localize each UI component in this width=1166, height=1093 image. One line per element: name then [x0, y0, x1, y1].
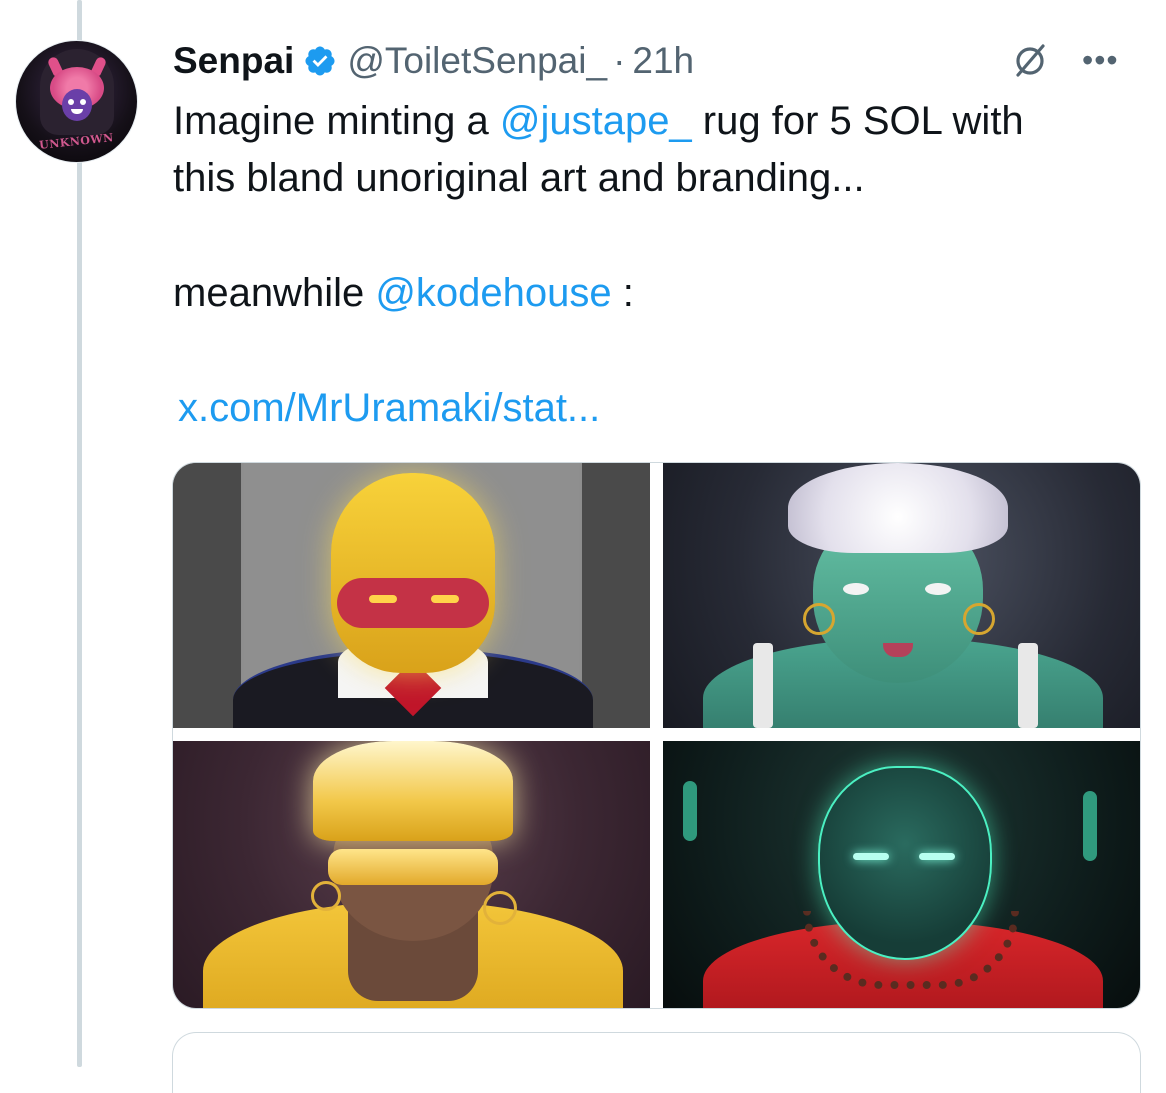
- image-shape: [683, 781, 697, 841]
- image-shape: [431, 595, 459, 603]
- author-name[interactable]: Senpai: [173, 40, 294, 82]
- verified-badge-icon[interactable]: [303, 44, 337, 78]
- tweet-text-line-2: this bland unoriginal art and branding..…: [173, 156, 865, 200]
- image-shape: [853, 853, 889, 860]
- image-shape: [313, 741, 513, 841]
- avatar-face: [62, 89, 92, 121]
- image-shape: [369, 595, 397, 603]
- media-image-gold-visor-character[interactable]: [173, 741, 650, 1008]
- avatar[interactable]: UNKNOWN: [15, 40, 138, 163]
- header-separator: ·: [613, 40, 626, 81]
- image-shape: [963, 603, 995, 635]
- header-actions: •••: [1010, 40, 1119, 80]
- image-shape: [843, 583, 869, 595]
- image-shape: [803, 603, 835, 635]
- image-shape: [311, 881, 341, 911]
- image-shape: [582, 463, 650, 728]
- tweet-header: Senpai @ToiletSenpai_ · 21h: [173, 38, 694, 84]
- tweet-text-line-3: meanwhile @kodehouse :: [173, 265, 1143, 321]
- image-shape: [1083, 791, 1097, 861]
- quote-card-top[interactable]: [172, 1032, 1141, 1093]
- image-shape: [753, 643, 773, 728]
- text-segment: meanwhile: [173, 271, 376, 315]
- image-shape: [483, 891, 517, 925]
- image-shape: [1018, 643, 1038, 728]
- image-shape: [328, 849, 498, 885]
- image-shape: [788, 463, 1008, 553]
- image-shape: [818, 766, 992, 960]
- text-segment: Imagine minting a: [173, 99, 500, 143]
- avatar-eye-right: [80, 99, 86, 105]
- grok-icon[interactable]: [1010, 40, 1050, 80]
- tweet-text-line-1: Imagine minting a @justape_ rug for 5 SO…: [173, 93, 1143, 149]
- media-image-glowing-green-character[interactable]: [663, 741, 1140, 1008]
- image-shape: [173, 463, 241, 728]
- mention-kodehouse[interactable]: @kodehouse: [375, 271, 611, 315]
- image-shape: [919, 853, 955, 860]
- more-icon[interactable]: •••: [1082, 44, 1119, 76]
- image-shape: [925, 583, 951, 595]
- media-grid: [172, 462, 1141, 1009]
- tweet-link[interactable]: x.com/MrUramaki/stat...: [178, 386, 600, 430]
- media-image-yellow-masked-character[interactable]: [173, 463, 650, 728]
- text-segment: :: [611, 271, 634, 315]
- tweet-link-line: x.com/MrUramaki/stat...: [178, 380, 1148, 436]
- image-shape: [331, 473, 495, 673]
- tweet-timestamp[interactable]: 21h: [632, 40, 694, 82]
- image-shape: [337, 578, 489, 628]
- author-handle[interactable]: @ToiletSenpai_: [347, 40, 607, 82]
- avatar-eye-left: [68, 99, 74, 105]
- mention-justape[interactable]: @justape_: [500, 99, 692, 143]
- text-segment: rug for 5 SOL with: [691, 99, 1024, 143]
- media-image-green-zombie-character[interactable]: [663, 463, 1140, 728]
